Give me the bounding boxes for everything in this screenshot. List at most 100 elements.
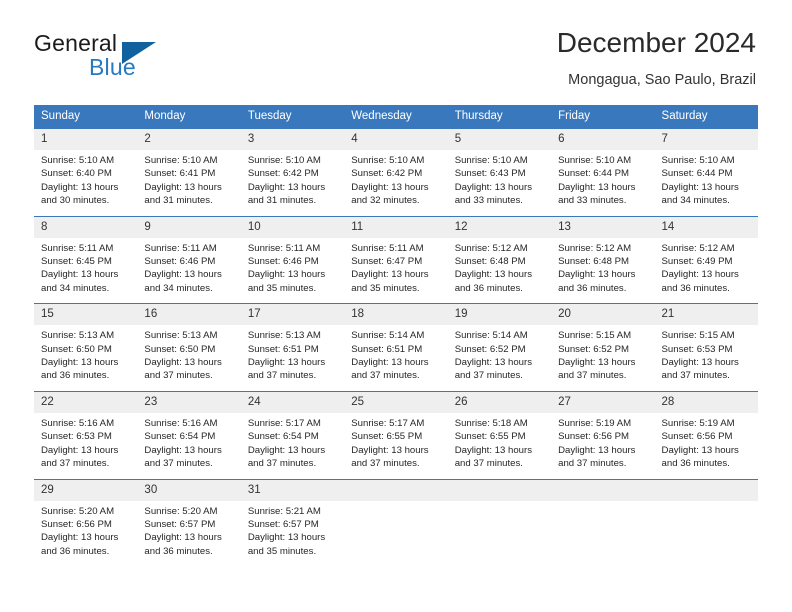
- day-cell[interactable]: Sunrise: 5:13 AM Sunset: 6:50 PM Dayligh…: [137, 325, 240, 391]
- day-number[interactable]: 1: [34, 129, 137, 150]
- day-cell-empty: [344, 501, 447, 567]
- day-number[interactable]: 13: [551, 217, 654, 238]
- day-cell[interactable]: Sunrise: 5:19 AM Sunset: 6:56 PM Dayligh…: [551, 413, 654, 479]
- day-cell[interactable]: Sunrise: 5:16 AM Sunset: 6:54 PM Dayligh…: [137, 413, 240, 479]
- sunset-text: Sunset: 6:54 PM: [144, 431, 216, 443]
- day-number[interactable]: 4: [344, 129, 447, 150]
- sunrise-text: Sunrise: 5:10 AM: [144, 155, 218, 166]
- day-number[interactable]: 28: [655, 392, 758, 413]
- day-number[interactable]: 26: [448, 392, 551, 413]
- day-number[interactable]: 8: [34, 217, 137, 238]
- day-number[interactable]: 23: [137, 392, 240, 413]
- day-cell[interactable]: Sunrise: 5:15 AM Sunset: 6:52 PM Dayligh…: [551, 325, 654, 391]
- day-number[interactable]: 14: [655, 217, 758, 238]
- sunrise-text: Sunrise: 5:16 AM: [41, 417, 115, 429]
- day-number[interactable]: 20: [551, 304, 654, 325]
- day-detail-row: Sunrise: 5:20 AM Sunset: 6:56 PM Dayligh…: [34, 500, 758, 567]
- day-cell[interactable]: Sunrise: 5:12 AM Sunset: 6:48 PM Dayligh…: [448, 238, 551, 304]
- day-number[interactable]: 30: [137, 480, 240, 501]
- day-number[interactable]: 7: [655, 129, 758, 150]
- day-number[interactable]: 16: [137, 304, 240, 325]
- sunrise-text: Sunrise: 5:11 AM: [351, 242, 424, 254]
- daylight-text: Daylight: 13 hours and 33 minutes.: [558, 181, 636, 207]
- day-cell[interactable]: Sunrise: 5:11 AM Sunset: 6:46 PM Dayligh…: [137, 238, 240, 304]
- day-number[interactable]: 9: [137, 217, 240, 238]
- daylight-text: Daylight: 13 hours and 30 minutes.: [41, 181, 119, 207]
- day-number[interactable]: 2: [137, 129, 240, 150]
- general-blue-logo[interactable]: General Blue: [34, 30, 234, 86]
- sunrise-text: Sunrise: 5:12 AM: [661, 242, 735, 254]
- sunrise-text: Sunrise: 5:20 AM: [144, 505, 218, 517]
- day-cell[interactable]: Sunrise: 5:20 AM Sunset: 6:56 PM Dayligh…: [34, 501, 137, 567]
- day-cell[interactable]: Sunrise: 5:13 AM Sunset: 6:51 PM Dayligh…: [241, 325, 344, 391]
- day-cell[interactable]: Sunrise: 5:10 AM Sunset: 6:41 PM Dayligh…: [137, 150, 240, 216]
- day-number[interactable]: 10: [241, 217, 344, 238]
- logo-text-general: General: [34, 30, 118, 56]
- daylight-text: Daylight: 13 hours and 37 minutes.: [41, 444, 119, 470]
- daylight-text: Daylight: 13 hours and 37 minutes.: [661, 357, 739, 382]
- daylight-text: Daylight: 13 hours and 37 minutes.: [558, 444, 636, 470]
- day-cell[interactable]: Sunrise: 5:10 AM Sunset: 6:42 PM Dayligh…: [241, 150, 344, 216]
- page-title: December 2024: [556, 27, 756, 58]
- sunset-text: Sunset: 6:46 PM: [144, 256, 216, 268]
- day-number-band: 29 30 31: [34, 479, 758, 501]
- day-cell[interactable]: Sunrise: 5:10 AM Sunset: 6:42 PM Dayligh…: [344, 150, 447, 216]
- day-number[interactable]: 12: [448, 217, 551, 238]
- sunrise-text: Sunrise: 5:17 AM: [351, 417, 425, 429]
- day-cell[interactable]: Sunrise: 5:13 AM Sunset: 6:50 PM Dayligh…: [34, 325, 137, 391]
- day-number[interactable]: 5: [448, 129, 551, 150]
- day-cell[interactable]: Sunrise: 5:14 AM Sunset: 6:52 PM Dayligh…: [448, 325, 551, 391]
- day-cell[interactable]: Sunrise: 5:18 AM Sunset: 6:55 PM Dayligh…: [448, 413, 551, 479]
- week-row: 1 2 3 4 5 6 7 Sunrise: 5:10 AM Sunset: 6…: [34, 128, 758, 216]
- day-cell[interactable]: Sunrise: 5:10 AM Sunset: 6:43 PM Dayligh…: [448, 150, 551, 216]
- day-cell[interactable]: Sunrise: 5:11 AM Sunset: 6:47 PM Dayligh…: [344, 238, 447, 304]
- day-number[interactable]: 25: [344, 392, 447, 413]
- location-subtitle: Mongagua, Sao Paulo, Brazil: [568, 72, 756, 88]
- week-row: 8 9 10 11 12 13 14 Sunrise: 5:11 AM Suns…: [34, 215, 758, 304]
- day-cell[interactable]: Sunrise: 5:10 AM Sunset: 6:44 PM Dayligh…: [551, 150, 654, 216]
- daylight-text: Daylight: 13 hours and 33 minutes.: [454, 181, 533, 207]
- day-number[interactable]: 15: [34, 304, 137, 325]
- sunrise-text: Sunrise: 5:10 AM: [247, 155, 321, 166]
- day-cell[interactable]: Sunrise: 5:17 AM Sunset: 6:55 PM Dayligh…: [344, 413, 447, 479]
- daylight-text: Daylight: 13 hours and 35 minutes.: [247, 532, 326, 557]
- sunrise-text: Sunrise: 5:15 AM: [661, 330, 735, 342]
- day-number[interactable]: 19: [448, 304, 551, 325]
- day-number[interactable]: 21: [655, 304, 758, 325]
- day-number[interactable]: 17: [241, 304, 344, 325]
- day-number-empty: [344, 480, 447, 501]
- day-number[interactable]: 22: [34, 392, 137, 413]
- day-cell[interactable]: Sunrise: 5:15 AM Sunset: 6:53 PM Dayligh…: [655, 325, 758, 391]
- daylight-text: Daylight: 13 hours and 36 minutes.: [41, 532, 119, 557]
- day-number[interactable]: 31: [241, 480, 344, 501]
- daylight-text: Daylight: 13 hours and 31 minutes.: [144, 181, 222, 207]
- day-number[interactable]: 29: [34, 480, 137, 501]
- day-number[interactable]: 11: [344, 217, 447, 238]
- sunrise-text: Sunrise: 5:13 AM: [144, 330, 218, 342]
- day-detail-row: Sunrise: 5:16 AM Sunset: 6:53 PM Dayligh…: [34, 412, 758, 479]
- sunrise-text: Sunrise: 5:12 AM: [454, 242, 528, 254]
- sunrise-text: Sunrise: 5:12 AM: [558, 242, 632, 254]
- sunset-text: Sunset: 6:49 PM: [661, 256, 733, 268]
- day-cell[interactable]: Sunrise: 5:10 AM Sunset: 6:40 PM Dayligh…: [34, 150, 137, 216]
- daylight-text: Daylight: 13 hours and 37 minutes.: [144, 357, 222, 382]
- sunset-text: Sunset: 6:50 PM: [144, 343, 216, 355]
- day-cell[interactable]: Sunrise: 5:10 AM Sunset: 6:44 PM Dayligh…: [655, 150, 758, 216]
- day-cell[interactable]: Sunrise: 5:11 AM Sunset: 6:45 PM Dayligh…: [34, 238, 137, 304]
- day-cell[interactable]: Sunrise: 5:20 AM Sunset: 6:57 PM Dayligh…: [137, 501, 240, 567]
- day-cell[interactable]: Sunrise: 5:14 AM Sunset: 6:51 PM Dayligh…: [344, 325, 447, 391]
- day-cell[interactable]: Sunrise: 5:21 AM Sunset: 6:57 PM Dayligh…: [241, 501, 344, 567]
- day-number[interactable]: 24: [241, 392, 344, 413]
- day-cell[interactable]: Sunrise: 5:16 AM Sunset: 6:53 PM Dayligh…: [34, 413, 137, 479]
- day-cell[interactable]: Sunrise: 5:12 AM Sunset: 6:49 PM Dayligh…: [655, 238, 758, 304]
- day-cell[interactable]: Sunrise: 5:19 AM Sunset: 6:56 PM Dayligh…: [655, 413, 758, 479]
- sunset-text: Sunset: 6:51 PM: [247, 343, 319, 355]
- day-cell[interactable]: Sunrise: 5:12 AM Sunset: 6:48 PM Dayligh…: [551, 238, 654, 304]
- day-number[interactable]: 3: [241, 129, 344, 150]
- day-number[interactable]: 6: [551, 129, 654, 150]
- sunset-text: Sunset: 6:50 PM: [41, 343, 112, 355]
- day-cell[interactable]: Sunrise: 5:11 AM Sunset: 6:46 PM Dayligh…: [241, 238, 344, 304]
- day-number[interactable]: 18: [344, 304, 447, 325]
- day-cell[interactable]: Sunrise: 5:17 AM Sunset: 6:54 PM Dayligh…: [241, 413, 344, 479]
- day-number[interactable]: 27: [551, 392, 654, 413]
